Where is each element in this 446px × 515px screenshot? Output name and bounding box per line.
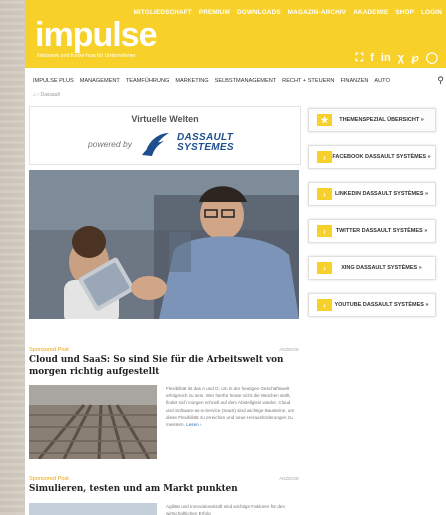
topnav-downloads-link[interactable]: DOWNLOADS [237, 9, 281, 16]
topnav-academy-link[interactable]: AKADEMIE [353, 9, 388, 16]
article-card: Sponsored Post ANZEIGE Cloud und SaaS: S… [29, 347, 299, 462]
article-thumbnail[interactable] [29, 503, 157, 515]
advert-label: ANZEIGE [279, 347, 299, 352]
sidebar-item-linkedin[interactable]: › LINKEDIN DASSAULT SYSTÈMES » [308, 182, 436, 206]
advert-label: ANZEIGE [279, 476, 299, 481]
breadcrumb-separator: › [37, 92, 40, 98]
topnav-login-link[interactable]: LOGIN [421, 9, 442, 16]
shop-bag-icon[interactable]: ⛶ [356, 52, 364, 64]
search-icon[interactable]: ⚲ [437, 75, 444, 86]
breadcrumb: ⌂ › Dassault [33, 92, 60, 98]
sidebar-item-twitter[interactable]: › TWITTER DASSAULT SYSTÈMES » [308, 219, 436, 243]
nav-recht-steuern[interactable]: RECHT + STEUERN [282, 78, 334, 84]
sidebar-item-label: LINKEDIN DASSAULT SYSTÈMES » [334, 191, 429, 197]
page: MITGLIEDSCHAFT PREMIUM DOWNLOADS MAGAZIN… [25, 0, 446, 515]
sidebar-item-label: THEMENSPEZIAL ÜBERSICHT » [339, 117, 424, 123]
banner-powered-by: powered by [88, 139, 132, 149]
article-thumbnail[interactable] [29, 385, 157, 459]
article-card: Sponsored Post ANZEIGE Simulieren, teste… [29, 476, 299, 515]
pinterest-icon[interactable]: ℘ [411, 52, 419, 64]
dassault-logo-icon [142, 133, 169, 156]
site-logo[interactable]: impulse [35, 18, 157, 52]
instagram-icon[interactable]: ◯ [426, 52, 438, 64]
sidebar: ★ THEMENSPEZIAL ÜBERSICHT » › FACEBOOK D… [308, 108, 436, 330]
nav-finanzen[interactable]: FINANZEN [340, 78, 368, 84]
topnav-archive-link[interactable]: MAGAZIN-ARCHIV [288, 9, 346, 16]
nav-auto[interactable]: AUTO [374, 78, 389, 84]
article-title[interactable]: Cloud und SaaS: So sind Sie für die Arbe… [29, 354, 299, 378]
chevron-right-icon: › [317, 262, 332, 274]
main-navigation: IMPULSE PLUS MANAGEMENT TEAMFÜHRUNG MARK… [25, 74, 446, 88]
sidebar-item-xing[interactable]: › XING DASSAULT SYSTÈMES » [308, 256, 436, 280]
sponsored-label: Sponsored Post [29, 476, 69, 482]
linkedin-icon[interactable]: in [381, 52, 391, 64]
nav-selbstmanagement[interactable]: SELBSTMANAGEMENT [215, 78, 277, 84]
article-teaser: Agilität und Innovationskraft sind wicht… [166, 504, 285, 515]
chevron-right-icon: › [317, 188, 332, 200]
site-header: MITGLIEDSCHAFT PREMIUM DOWNLOADS MAGAZIN… [25, 0, 446, 68]
rail-tracks-illustration [29, 385, 157, 459]
sidebar-item-label: XING DASSAULT SYSTÈMES » [341, 265, 422, 271]
sidebar-item-themenspezial[interactable]: ★ THEMENSPEZIAL ÜBERSICHT » [308, 108, 436, 132]
read-more-link[interactable]: Lesen › [186, 422, 201, 427]
top-navigation: MITGLIEDSCHAFT PREMIUM DOWNLOADS MAGAZIN… [133, 9, 442, 16]
social-links: ⛶ f in χ ℘ ◯ [356, 52, 438, 64]
sponsor-banner[interactable]: Virtuelle Welten powered by DASSAULT SYS… [29, 106, 301, 165]
chevron-right-icon: › [317, 299, 332, 311]
topnav-shop-link[interactable]: SHOP [395, 9, 414, 16]
site-tagline: Netzwerk und Know-how für Unternehmer [37, 53, 136, 59]
sidebar-item-label: TWITTER DASSAULT SYSTÈMES » [335, 228, 428, 234]
home-icon[interactable]: ⌂ [33, 92, 36, 98]
chevron-right-icon: › [317, 151, 332, 163]
sidebar-item-facebook[interactable]: › FACEBOOK DASSAULT SYSTÈMES » [308, 145, 436, 169]
sidebar-item-youtube[interactable]: › YOUTUBE DASSAULT SYSTÈMES » [308, 293, 436, 317]
breadcrumb-current[interactable]: Dassault [40, 92, 59, 98]
hero-photo-illustration [29, 170, 299, 319]
dassault-wordmark: DASSAULT SYSTEMES [177, 132, 234, 153]
article-teaser: Flexibilität ist das A und O, um in der … [166, 386, 295, 428]
nav-teamfuehrung[interactable]: TEAMFÜHRUNG [126, 78, 170, 84]
sponsored-label: Sponsored Post [29, 347, 69, 353]
nav-impulse-plus[interactable]: IMPULSE PLUS [33, 78, 74, 84]
facebook-icon[interactable]: f [370, 52, 374, 64]
chevron-right-icon: › [317, 225, 332, 237]
article-title[interactable]: Simulieren, testen und am Markt punkten [29, 483, 299, 495]
nav-management[interactable]: MANAGEMENT [80, 78, 120, 84]
sidebar-item-label: YOUTUBE DASSAULT SYSTÈMES » [334, 302, 429, 308]
nav-marketing[interactable]: MARKETING [175, 78, 208, 84]
banner-title: Virtuelle Welten [131, 114, 199, 124]
hero-image [29, 170, 299, 319]
topnav-premium-link[interactable]: PREMIUM [199, 9, 230, 16]
sidebar-item-label: FACEBOOK DASSAULT SYSTÈMES » [332, 154, 431, 160]
star-icon: ★ [317, 114, 332, 126]
xing-icon[interactable]: χ [398, 52, 404, 64]
topnav-membership-link[interactable]: MITGLIEDSCHAFT [133, 9, 191, 16]
